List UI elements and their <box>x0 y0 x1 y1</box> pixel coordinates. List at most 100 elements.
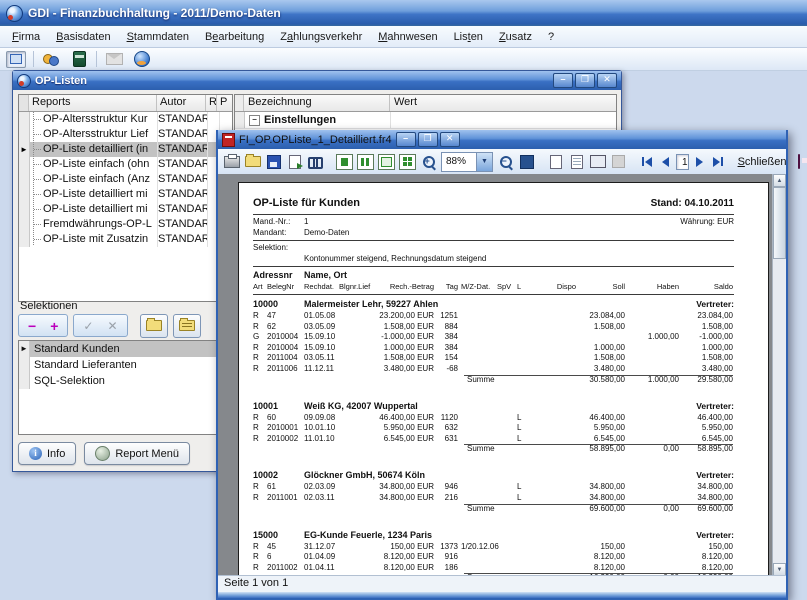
report-list-row[interactable]: OP-Altersstruktur LiefSTANDARD <box>19 127 232 142</box>
doc-stand: Stand: 04.10.2011 <box>651 198 734 209</box>
page-properties-button[interactable] <box>568 153 585 170</box>
group-sum-row: Summe69.600,000,0069.600,00 <box>253 504 734 516</box>
menu-item-firma[interactable]: Firma <box>4 29 48 45</box>
selection-list-button[interactable] <box>173 314 201 338</box>
scrollbar-thumb[interactable] <box>773 187 786 259</box>
online-button[interactable] <box>131 50 153 68</box>
report-icon <box>222 133 235 147</box>
report-titlebar[interactable]: FI_OP.OPListe_1_Detailliert.fr4 – ❐ ✕ <box>218 130 786 149</box>
doc-table-row: R6102.03.0934.800,00 EUR946L34.800,0034.… <box>253 482 734 493</box>
doc-table-row: R201100102.03.1134.800,00 EUR216L34.800,… <box>253 493 734 504</box>
edit-page-button[interactable] <box>610 153 627 170</box>
zoom-out-button[interactable]: − <box>497 153 514 170</box>
mail-button[interactable] <box>103 50 125 68</box>
save-button[interactable] <box>265 153 282 170</box>
next-page-button[interactable] <box>693 157 706 167</box>
main-window-title: GDI - Finanzbuchhaltung - 2011/Demo-Date… <box>28 6 281 20</box>
menu-item-basisdaten[interactable]: Basisdaten <box>48 29 118 45</box>
globe-icon <box>134 51 150 67</box>
doc-body: 10000Malermeister Lehr, 59227 AhlenVertr… <box>253 299 734 576</box>
cancel-button[interactable]: ✕ <box>107 319 117 333</box>
confirm-button[interactable]: ✓ <box>83 319 93 333</box>
report-list-row[interactable]: OP-Liste detailliert miSTANDARD <box>19 187 232 202</box>
selection-list-item[interactable]: SQL-Selektion <box>19 373 232 389</box>
report-list-row[interactable]: OP-Liste einfach (ohnSTANDARD <box>19 157 232 172</box>
report-list-row[interactable]: Fremdwährungs-OP-LSTANDARD <box>19 217 232 232</box>
prev-page-button[interactable] <box>659 157 672 167</box>
report-list-row[interactable]: OP-Liste einfach (AnzSTANDARD <box>19 172 232 187</box>
thumbnails-button[interactable] <box>589 153 606 170</box>
info-button[interactable]: i Info <box>18 442 76 465</box>
report-list-row[interactable]: ►OP-Liste detailliert (inSTANDARD <box>19 142 232 157</box>
main-titlebar[interactable]: GDI - Finanzbuchhaltung - 2011/Demo-Date… <box>0 0 807 26</box>
menu-item-bearbeitung[interactable]: Bearbeitung <box>197 29 272 45</box>
add-selection-button[interactable]: + <box>50 319 58 333</box>
selection-list-item[interactable]: ►Standard Kunden <box>19 341 232 357</box>
properties-grid-header: Bezeichnung Wert <box>235 95 616 112</box>
report-menu-button[interactable]: Report Menü <box>84 442 190 465</box>
last-page-icon <box>713 157 720 167</box>
menu-item-stammdaten[interactable]: Stammdaten <box>119 29 197 45</box>
doc-table-row: R601.04.098.120,00 EUR9168.120,008.120,0… <box>253 552 734 563</box>
print-button[interactable] <box>223 153 240 170</box>
report-list-row[interactable]: OP-Liste detailliert miSTANDARD <box>19 202 232 217</box>
close-button[interactable]: ✕ <box>440 132 460 147</box>
remove-selection-button[interactable]: − <box>28 319 36 333</box>
accounts-button[interactable] <box>68 50 90 68</box>
export-button[interactable] <box>286 153 303 170</box>
forms-button[interactable] <box>5 50 27 68</box>
zoom-combo[interactable]: 88% ▼ <box>441 152 493 172</box>
col-header-bezeichnung[interactable]: Bezeichnung <box>244 95 390 111</box>
op-listen-titlebar[interactable]: OP-Listen – ❐ ✕ <box>13 71 621 90</box>
minimize-button[interactable]: – <box>553 73 573 88</box>
schliessen-button[interactable]: Schließen <box>730 156 795 168</box>
mand-nr-value: 1 <box>304 217 308 227</box>
menu-item-zahlungsverkehr[interactable]: Zahlungsverkehr <box>272 29 370 45</box>
find-button[interactable] <box>307 153 324 170</box>
menu-item-listen[interactable]: Listen <box>446 29 491 45</box>
doc-table-row: R201000110.01.105.950,00 EUR632L5.950,00… <box>253 423 734 434</box>
mandant-label: Mandant: <box>253 228 304 238</box>
col-header-p[interactable]: P <box>217 95 229 111</box>
first-page-button[interactable] <box>639 157 655 167</box>
report-list-row[interactable]: OP-Altersstruktur KurSTANDARD <box>19 112 232 127</box>
menu-item-mahnwesen[interactable]: Mahnwesen <box>370 29 445 45</box>
open-button[interactable] <box>244 153 261 170</box>
selection-list-item[interactable]: Standard Lieferanten <box>19 357 232 373</box>
archive-icon <box>73 51 86 67</box>
printer-icon <box>224 156 240 168</box>
maximize-button[interactable]: ❐ <box>575 73 595 88</box>
minimize-button[interactable]: – <box>396 132 416 147</box>
col-header-autor[interactable]: Autor <box>157 95 206 111</box>
group-sum-row: Summe58.895,000,0058.895,00 <box>253 444 734 456</box>
col-header-reports[interactable]: Reports <box>29 95 157 111</box>
exit-icon[interactable] <box>798 154 800 169</box>
zoom-in-button[interactable]: + <box>420 153 437 170</box>
vertical-scrollbar[interactable]: ▲ ▼ <box>772 174 786 576</box>
report-list-row[interactable]: OP-Liste mit ZusatzinSTANDARD <box>19 232 232 247</box>
open-selection-button[interactable] <box>140 314 168 338</box>
info-icon: i <box>29 447 42 460</box>
col-header-r[interactable]: R <box>206 95 217 111</box>
menu-item-[interactable]: ? <box>540 29 562 45</box>
view-whole-page-button[interactable] <box>336 153 353 170</box>
view-many-pages-button[interactable] <box>399 153 416 170</box>
page-number-input[interactable]: 1 <box>676 154 689 170</box>
full-screen-button[interactable] <box>518 153 535 170</box>
page-settings-button[interactable] <box>547 153 564 170</box>
group-sum-row: Summe30.580,001.000,0029.580,00 <box>253 375 734 387</box>
dropdown-arrow-icon[interactable]: ▼ <box>476 153 492 171</box>
scroll-up-icon[interactable]: ▲ <box>773 174 786 187</box>
collapse-icon[interactable]: − <box>249 115 260 126</box>
personal-accounts-button[interactable] <box>40 50 62 68</box>
menu-item-zusatz[interactable]: Zusatz <box>491 29 540 45</box>
doc-col-header-2: ArtBelegNrRechdat.Blgnr.LiefRech.-Betrag… <box>253 282 734 294</box>
close-button[interactable]: ✕ <box>597 73 617 88</box>
col-header-wert[interactable]: Wert <box>390 95 616 111</box>
screen: GDI - Finanzbuchhaltung - 2011/Demo-Date… <box>0 0 807 600</box>
maximize-button[interactable]: ❐ <box>418 132 438 147</box>
view-page-width-button[interactable] <box>378 153 395 170</box>
property-group-row[interactable]: −Einstellungen <box>235 112 616 129</box>
view-two-pages-button[interactable] <box>357 153 374 170</box>
last-page-button[interactable] <box>710 157 726 167</box>
